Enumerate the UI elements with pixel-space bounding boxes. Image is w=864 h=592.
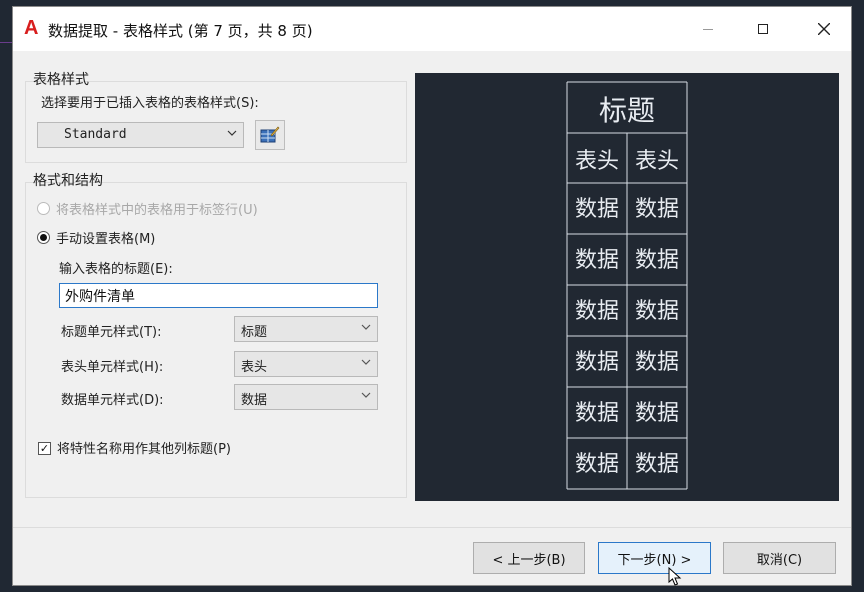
minimize-button[interactable] — [683, 7, 733, 51]
header-cell-style-label: 表头单元样式(H): — [61, 360, 164, 375]
radio-manual-label: 手动设置表格(M) — [56, 232, 156, 247]
preview-data-cell: 数据 — [575, 197, 619, 222]
maximize-icon — [758, 24, 768, 34]
preview-data-cell: 数据 — [575, 452, 619, 477]
mouse-pointer-icon — [668, 567, 682, 586]
radio-manual[interactable] — [37, 231, 50, 244]
data-cell-style-value: 数据 — [241, 393, 268, 408]
use-property-names-label: 将特性名称用作其他列标题(P) — [57, 442, 231, 457]
maximize-button[interactable] — [738, 7, 788, 51]
table-style-dialog-button[interactable] — [255, 120, 285, 150]
preview-data-cell: 数据 — [575, 299, 619, 324]
preview-header-cell: 表头 — [575, 149, 619, 174]
preview-data-cell: 数据 — [575, 401, 619, 426]
title-cell-style-dropdown[interactable]: 标题 — [234, 316, 378, 342]
title-input-field[interactable] — [60, 284, 377, 307]
preview-header-cell: 表头 — [635, 149, 679, 174]
header-cell-style-dropdown[interactable]: 表头 — [234, 351, 378, 377]
backdrop-line — [0, 42, 12, 43]
table-style-edit-icon — [260, 126, 280, 143]
chevron-down-icon — [361, 392, 371, 398]
table-style-value: Standard — [64, 127, 127, 142]
data-cell-style-label: 数据单元样式(D): — [61, 393, 164, 408]
table-preview: 标题 表头 表头 数据 数据 数据 数据 数据 数据 数据 数据 数据 数据 数据 数据 — [415, 73, 839, 501]
chevron-down-icon — [227, 130, 237, 136]
radio-use-table-style[interactable] — [37, 202, 50, 215]
preview-data-cell: 数据 — [575, 350, 619, 375]
autocad-a-icon: A — [24, 17, 39, 39]
format-structure-group-label: 格式和结构 — [33, 173, 103, 189]
header-cell-style-value: 表头 — [241, 360, 268, 375]
data-extraction-dialog: A 数据提取 - 表格样式 (第 7 页，共 8 页) 表格样式 选择要用于已插… — [12, 6, 852, 586]
window-title: 数据提取 - 表格样式 (第 7 页，共 8 页) — [48, 22, 313, 40]
preview-title: 标题 — [599, 94, 655, 127]
preview-data-cell: 数据 — [635, 299, 679, 324]
preview-data-cell: 数据 — [575, 248, 619, 273]
preview-data-cell: 数据 — [635, 350, 679, 375]
chevron-down-icon — [361, 324, 371, 330]
title-cell-style-value: 标题 — [241, 325, 268, 340]
preview-data-cell: 数据 — [635, 452, 679, 477]
table-preview-drawing: 标题表头 表头数据 数据数据 数据数据 数据数据 数据数据 数据数据 数据 — [566, 81, 688, 490]
table-style-prompt: 选择要用于已插入表格的表格样式(S): — [41, 96, 259, 111]
cancel-button[interactable]: 取消(C) — [723, 542, 836, 574]
title-input[interactable] — [59, 283, 378, 308]
table-style-dropdown[interactable]: Standard — [37, 122, 244, 148]
back-button[interactable]: < 上一步(B) — [473, 542, 585, 574]
preview-data-cell: 数据 — [635, 401, 679, 426]
table-style-group-label: 表格样式 — [33, 72, 89, 88]
title-cell-style-label: 标题单元样式(T): — [61, 325, 162, 340]
next-button[interactable]: 下一步(N) > — [598, 542, 711, 574]
radio-selected-dot — [40, 234, 47, 241]
chevron-down-icon — [361, 359, 371, 365]
minimize-icon — [703, 28, 713, 30]
preview-data-cell: 数据 — [635, 197, 679, 222]
title-bar: A 数据提取 - 表格样式 (第 7 页，共 8 页) — [13, 7, 851, 51]
close-button[interactable] — [799, 7, 849, 51]
use-property-names-checkbox[interactable]: ✓ — [38, 442, 51, 455]
title-prompt: 输入表格的标题(E): — [59, 262, 173, 277]
preview-data-cell: 数据 — [635, 248, 679, 273]
close-icon — [818, 23, 830, 35]
data-cell-style-dropdown[interactable]: 数据 — [234, 384, 378, 410]
radio-use-table-style-label: 将表格样式中的表格用于标签行(U) — [56, 203, 258, 218]
footer-separator — [13, 527, 851, 528]
